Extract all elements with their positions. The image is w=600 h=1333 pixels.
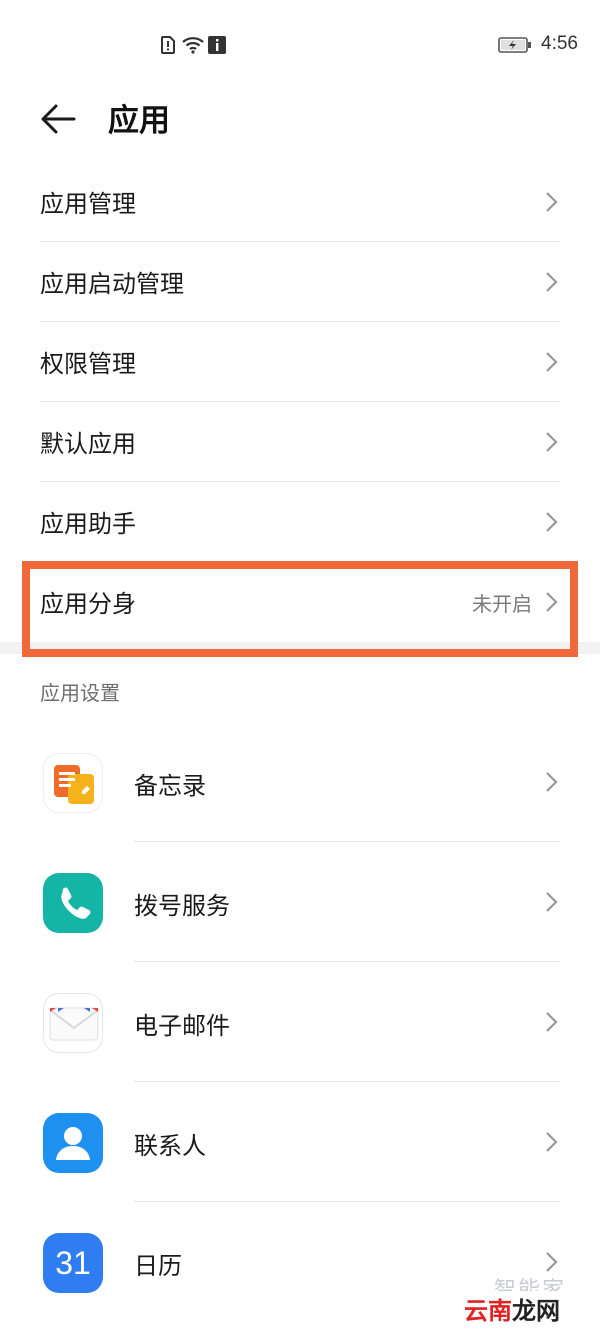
- chevron-right-icon: [546, 192, 558, 212]
- chevron-right-icon: [546, 1012, 558, 1032]
- chevron-right-icon: [546, 892, 558, 912]
- info-icon: [208, 36, 226, 54]
- wifi-icon: [182, 37, 204, 54]
- phone-icon: [43, 873, 103, 933]
- menu-item-label: 应用管理: [40, 190, 136, 218]
- app-item-label: 备忘录: [134, 772, 206, 800]
- highlight-annotation-box: [22, 561, 578, 657]
- chevron-right-icon: [546, 1132, 558, 1152]
- chevron-right-icon: [546, 512, 558, 532]
- section-title-app-settings: 应用设置: [40, 681, 120, 705]
- page-title: 应用: [108, 103, 170, 139]
- menu-item-default-apps[interactable]: 默认应用: [0, 402, 600, 482]
- watermark-badge-red: 云南: [464, 1297, 512, 1325]
- watermark-badge-black: 龙网: [512, 1297, 560, 1325]
- app-item-label: 电子邮件: [134, 1012, 230, 1040]
- chevron-right-icon: [546, 272, 558, 292]
- menu-item-app-launch-management[interactable]: 应用启动管理: [0, 242, 600, 322]
- menu-item-app-assistant[interactable]: 应用助手: [0, 482, 600, 562]
- chevron-right-icon: [546, 1252, 558, 1272]
- menu-item-label: 应用助手: [40, 510, 136, 538]
- menu-item-label: 权限管理: [40, 350, 136, 378]
- header: 应用: [0, 85, 600, 149]
- app-item-contacts[interactable]: 联系人: [0, 1082, 600, 1202]
- menu-item-app-management[interactable]: 应用管理: [0, 162, 600, 242]
- app-item-dialer[interactable]: 拨号服务: [0, 842, 600, 962]
- calendar-icon: 31: [43, 1233, 103, 1293]
- menu-item-label: 应用启动管理: [40, 270, 184, 298]
- sim-alert-icon: [161, 36, 175, 54]
- notes-icon: [43, 753, 103, 813]
- status-time: 4:56: [541, 33, 578, 54]
- email-icon: [43, 993, 103, 1053]
- calendar-icon-date: 31: [55, 1245, 91, 1281]
- app-item-email[interactable]: 电子邮件: [0, 962, 600, 1082]
- app-item-label: 日历: [134, 1252, 182, 1280]
- back-arrow-icon[interactable]: [36, 97, 80, 141]
- chevron-right-icon: [546, 432, 558, 452]
- chevron-right-icon: [546, 352, 558, 372]
- chevron-right-icon: [546, 772, 558, 792]
- app-item-label: 联系人: [134, 1132, 206, 1160]
- menu-item-label: 默认应用: [40, 430, 136, 458]
- contacts-icon: [43, 1113, 103, 1173]
- battery-charging-icon: [498, 37, 531, 53]
- watermark-badge: 云南龙网: [458, 1291, 566, 1325]
- status-bar: 4:56: [0, 0, 600, 90]
- app-item-label: 拨号服务: [134, 892, 230, 920]
- app-item-notes[interactable]: 备忘录: [0, 722, 600, 842]
- menu-item-permission-management[interactable]: 权限管理: [0, 322, 600, 402]
